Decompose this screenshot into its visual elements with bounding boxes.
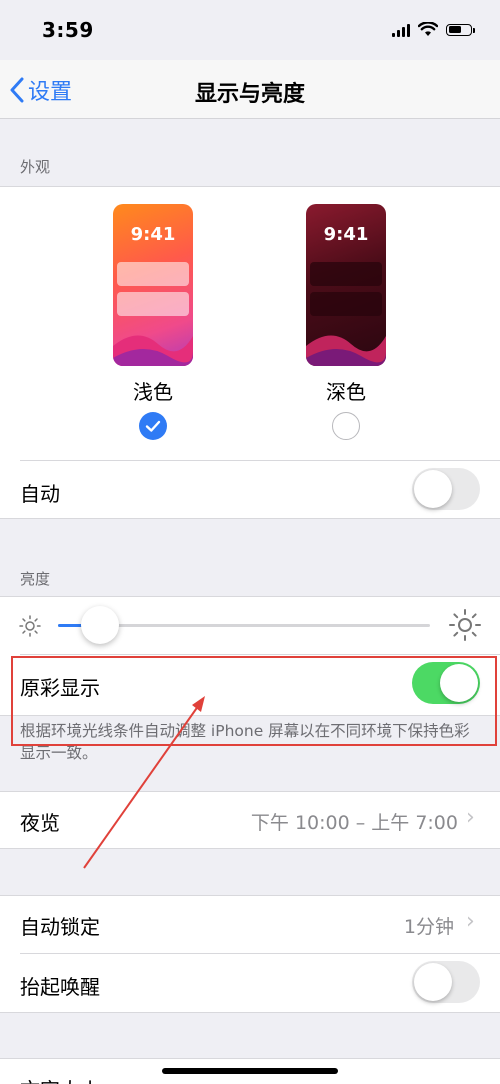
home-indicator[interactable] <box>162 1068 338 1074</box>
night-shift-row[interactable]: 夜览 下午 10:00 – 上午 7:00 › <box>0 791 500 849</box>
appearance-group: 9:41 浅色 9:41 深色 自动 <box>0 186 500 519</box>
chevron-right-icon: › <box>466 805 475 830</box>
auto-appearance-label: 自动 <box>20 482 60 506</box>
dark-mode-preview[interactable]: 9:41 <box>306 204 386 366</box>
navigation-bar: 设置 显示与亮度 <box>0 60 500 119</box>
sun-small-icon <box>19 615 41 637</box>
auto-lock-row[interactable]: 自动锁定 1分钟 › <box>0 895 500 953</box>
brightness-slider-thumb[interactable] <box>80 606 119 644</box>
light-preview-time: 9:41 <box>130 224 176 245</box>
night-shift-label: 夜览 <box>20 811 60 835</box>
auto-lock-value: 1分钟 <box>403 916 454 938</box>
status-icons <box>392 22 475 37</box>
annotation-highlight-box <box>11 656 497 746</box>
light-mode-radio[interactable] <box>139 412 167 440</box>
chevron-right-icon: › <box>466 909 475 934</box>
night-shift-value: 下午 10:00 – 上午 7:00 <box>250 812 458 834</box>
checkmark-icon <box>145 420 161 432</box>
light-mode-preview[interactable]: 9:41 <box>113 204 193 366</box>
brightness-slider[interactable] <box>58 606 430 644</box>
battery-icon <box>446 23 475 36</box>
raise-to-wake-label: 抬起唤醒 <box>20 975 100 999</box>
sun-large-icon <box>449 609 481 641</box>
wifi-icon <box>418 22 438 36</box>
raise-to-wake-toggle[interactable] <box>412 961 480 1003</box>
dark-mode-label: 深色 <box>326 380 366 404</box>
lock-group: 自动锁定 1分钟 › 抬起唤醒 <box>0 895 500 1013</box>
section-label-brightness: 亮度 <box>20 570 51 588</box>
auto-appearance-toggle[interactable] <box>412 468 480 510</box>
text-size-label: 文字大小 <box>20 1074 100 1084</box>
auto-lock-label: 自动锁定 <box>20 915 100 939</box>
page-title: 显示与亮度 <box>194 82 305 107</box>
dark-mode-radio[interactable] <box>332 412 360 440</box>
section-label-appearance: 外观 <box>20 158 51 176</box>
signal-icon <box>392 23 410 37</box>
dark-preview-time: 9:41 <box>323 224 369 245</box>
status-time: 3:59 <box>42 18 94 42</box>
light-mode-label: 浅色 <box>133 380 173 404</box>
